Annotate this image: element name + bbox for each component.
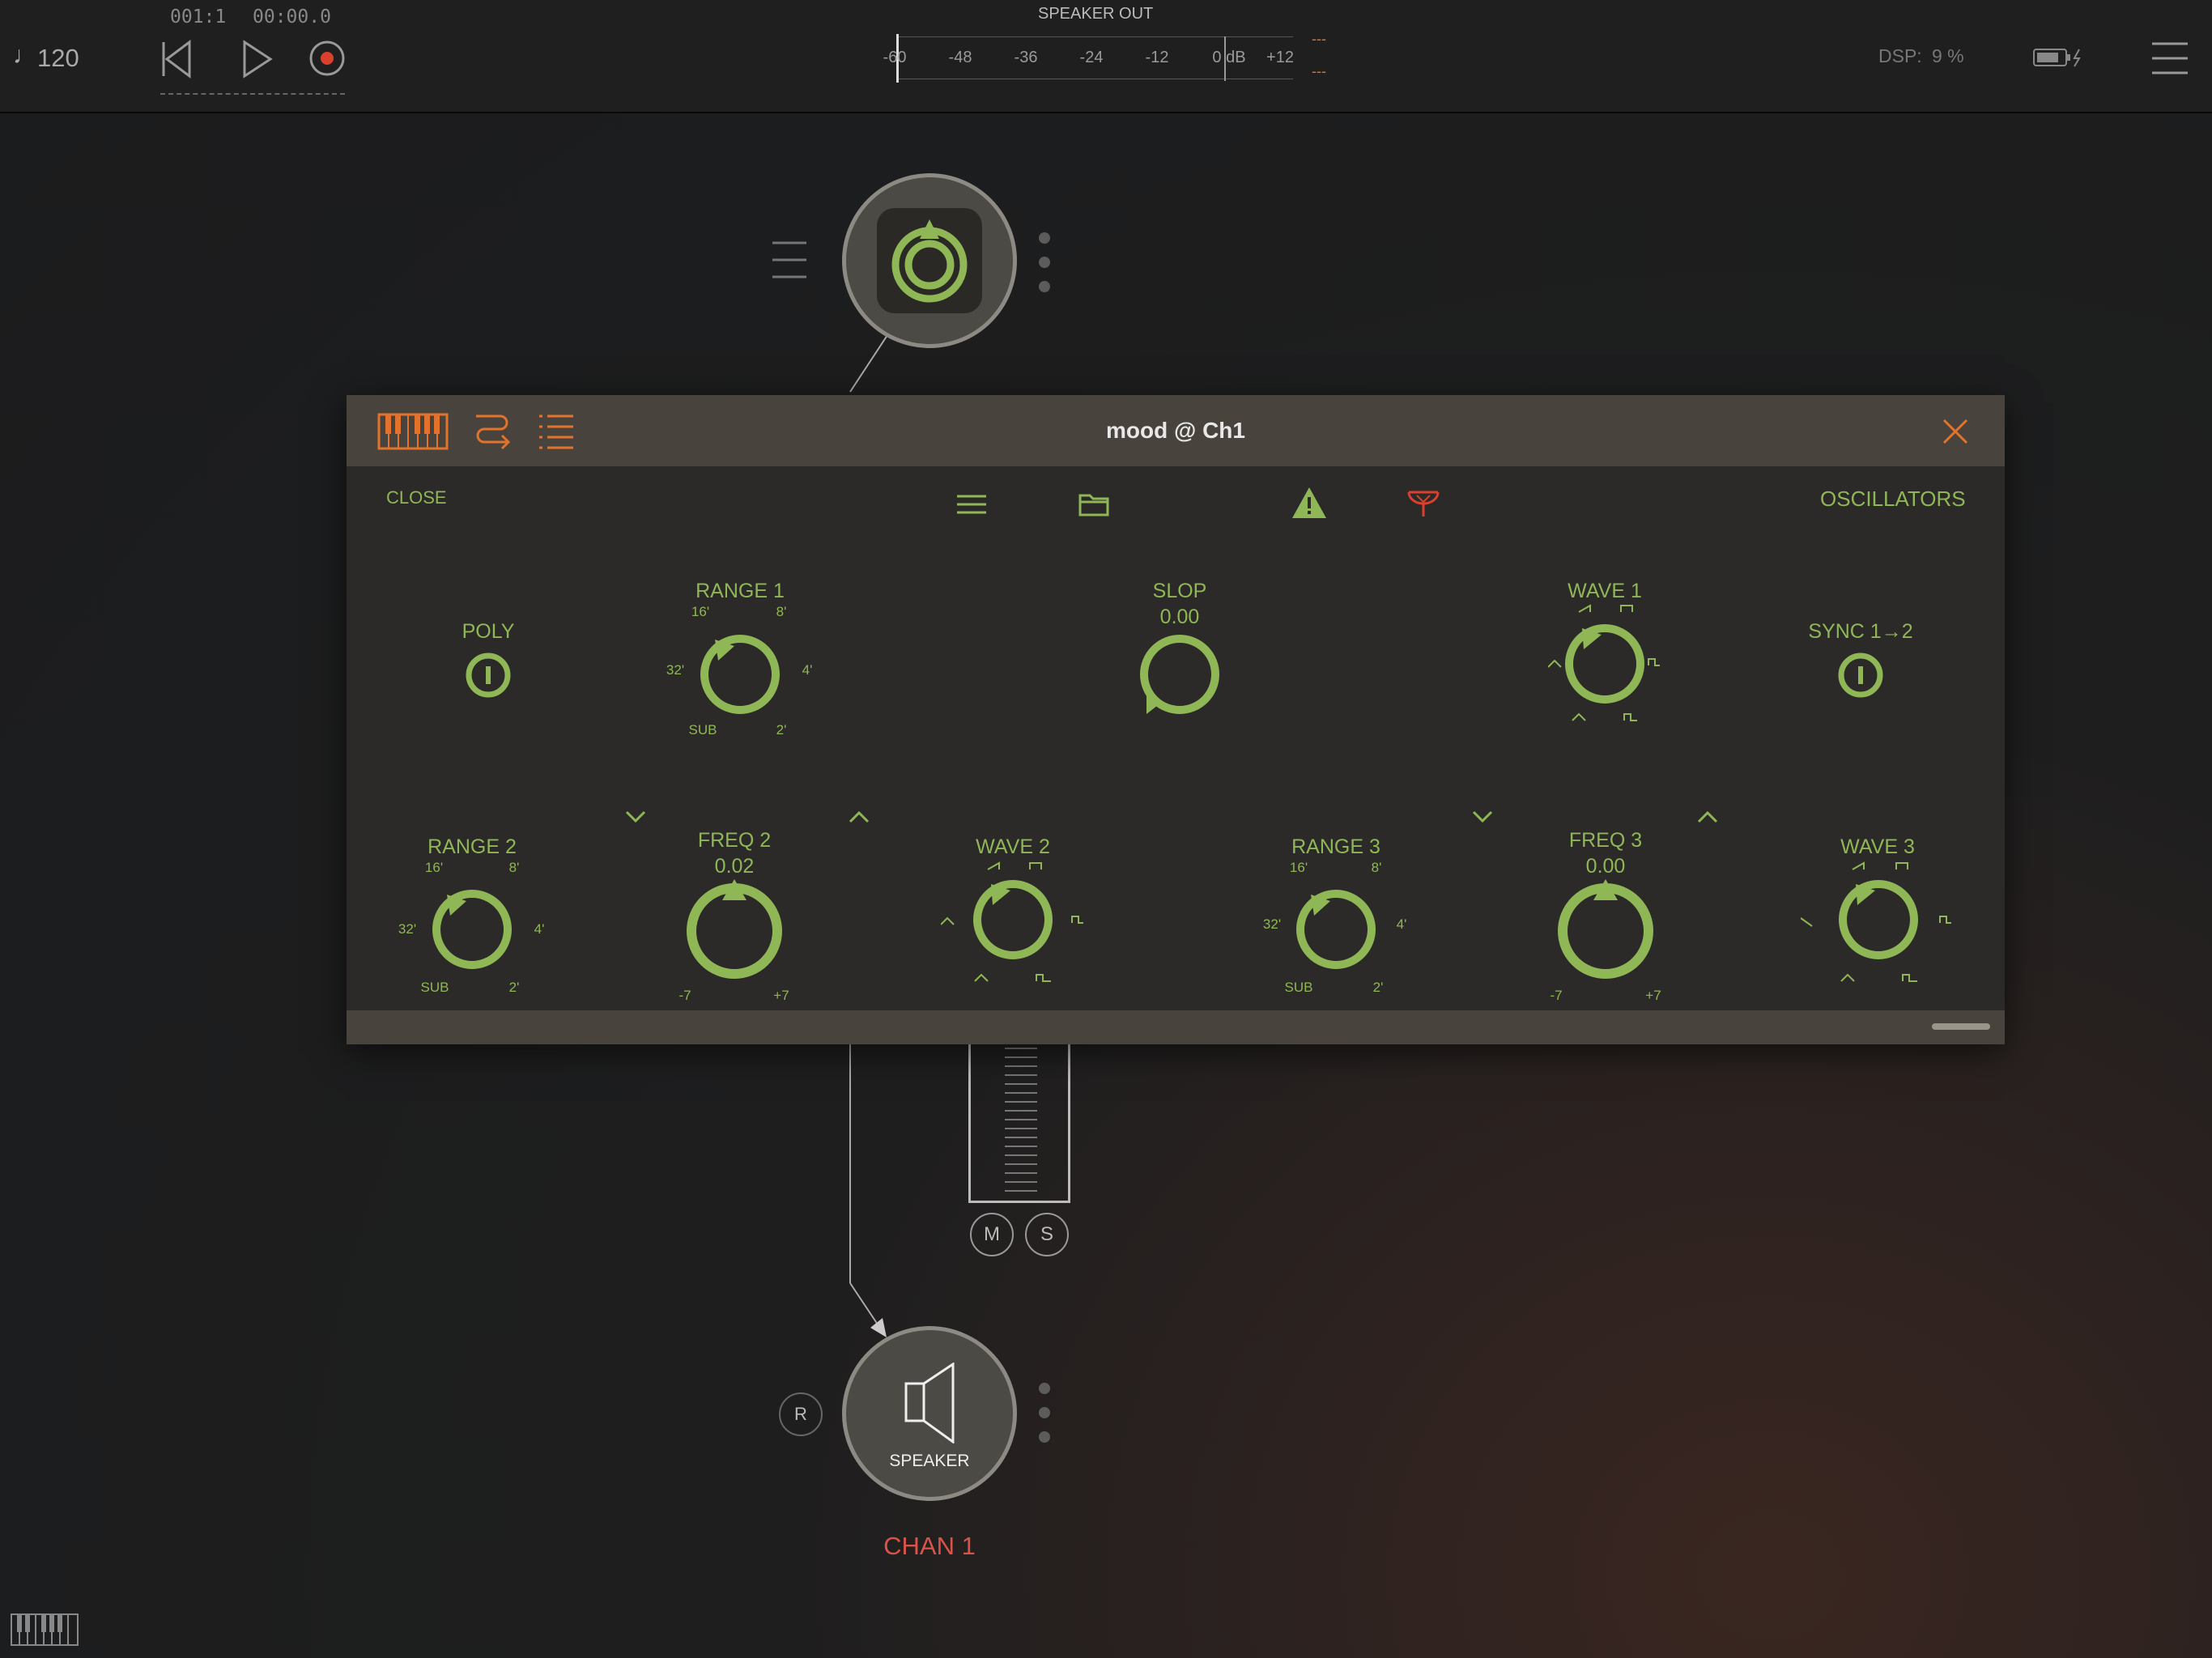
plugin-window: mood @ Ch1 CLOSE OSCILLATORS POLY RANGE … [347, 395, 2005, 1044]
range1-mark: 2' [776, 722, 787, 738]
range3-label: RANGE 3 [1291, 835, 1380, 858]
channel-fader[interactable] [968, 1044, 1070, 1203]
range2-mark: 2' [508, 980, 520, 995]
range2-mark: 32' [398, 921, 417, 937]
range3-mark: SUB [1284, 980, 1313, 995]
wave2-knob[interactable] [941, 857, 1087, 994]
page-label[interactable]: OSCILLATORS [1820, 487, 1966, 512]
freq2-min: -7 [678, 988, 691, 1003]
node-menu-icon[interactable] [769, 240, 810, 280]
range1-mark: 16' [691, 604, 710, 619]
poly-label: POLY [462, 620, 515, 643]
speaker-label: SPEAKER [889, 1452, 970, 1470]
freq3-min: -7 [1550, 988, 1563, 1003]
range3-mark: 32' [1262, 916, 1282, 932]
mood-logo-icon [891, 219, 968, 303]
range3-knob[interactable] [1291, 885, 1380, 974]
chevron-up-icon[interactable] [849, 810, 870, 824]
freq3-max: +7 [1645, 988, 1661, 1003]
plugin-header: mood @ Ch1 [347, 395, 2005, 466]
sync-switch[interactable] [1838, 653, 1883, 698]
freq2-max: +7 [773, 988, 789, 1003]
slop-value: 0.00 [1159, 606, 1200, 628]
hamburger-icon[interactable] [957, 494, 986, 515]
range1-mark: 32' [666, 662, 685, 678]
range2-mark: 4' [534, 921, 545, 937]
range3-mark: 16' [1289, 860, 1308, 875]
synth-node-dots[interactable] [1039, 232, 1050, 305]
freq3-knob[interactable] [1553, 878, 1658, 983]
wave3-label: WAVE 3 [1840, 835, 1915, 858]
synth-node-tile [877, 208, 982, 313]
keyboard-icon[interactable] [10, 1613, 79, 1647]
wave1-knob[interactable] [1548, 599, 1661, 737]
slop-knob[interactable] [1135, 630, 1224, 719]
range2-mark: 16' [424, 860, 444, 875]
freq3-label: FREQ 3 [1568, 829, 1643, 852]
chevron-down-icon[interactable] [625, 810, 646, 824]
folder-icon[interactable] [1078, 491, 1109, 517]
fader-ticks [1005, 1048, 1037, 1195]
freq2-value: 0.02 [714, 855, 755, 878]
freq2-knob[interactable] [682, 878, 787, 983]
speaker-node[interactable]: SPEAKER [842, 1326, 1017, 1501]
wave3-knob[interactable] [1801, 857, 1955, 994]
range1-mark: 4' [802, 662, 813, 678]
record-arm-button[interactable]: R [779, 1392, 823, 1436]
warning-icon[interactable] [1291, 486, 1328, 520]
range1-label: RANGE 1 [696, 580, 785, 602]
wave2-label: WAVE 2 [976, 835, 1050, 858]
channel-label: CHAN 1 [883, 1532, 976, 1560]
midi-icon[interactable] [1406, 484, 1441, 521]
range3-mark: 8' [1371, 860, 1382, 875]
plugin-title: mood @ Ch1 [1106, 418, 1245, 443]
range3-mark: 4' [1396, 916, 1407, 932]
range1-knob[interactable] [696, 630, 785, 719]
plugin-footer [347, 1010, 2005, 1044]
range1-mark: 8' [776, 604, 787, 619]
range2-label: RANGE 2 [428, 835, 517, 858]
close-button[interactable]: CLOSE [386, 487, 447, 508]
range2-mark: SUB [420, 980, 449, 995]
speaker-node-dots[interactable] [1039, 1383, 1050, 1456]
mute-button[interactable]: M [970, 1213, 1014, 1256]
range1-mark: SUB [688, 722, 717, 738]
resize-handle[interactable] [1932, 1023, 1990, 1030]
speaker-icon [904, 1363, 955, 1443]
solo-button[interactable]: S [1025, 1213, 1069, 1256]
sync-label: SYNC 1→2 [1808, 620, 1913, 643]
slop-label: SLOP [1152, 580, 1207, 602]
poly-switch[interactable] [466, 653, 511, 698]
synth-node[interactable] [842, 173, 1017, 348]
chevron-up-icon[interactable] [1697, 810, 1718, 824]
chevron-down-icon[interactable] [1472, 810, 1493, 824]
freq3-value: 0.00 [1585, 855, 1626, 878]
freq2-label: FREQ 2 [697, 829, 772, 852]
close-x-icon[interactable] [1942, 418, 1969, 445]
range3-mark: 2' [1372, 980, 1384, 995]
range2-knob[interactable] [428, 885, 517, 974]
range2-mark: 8' [508, 860, 520, 875]
